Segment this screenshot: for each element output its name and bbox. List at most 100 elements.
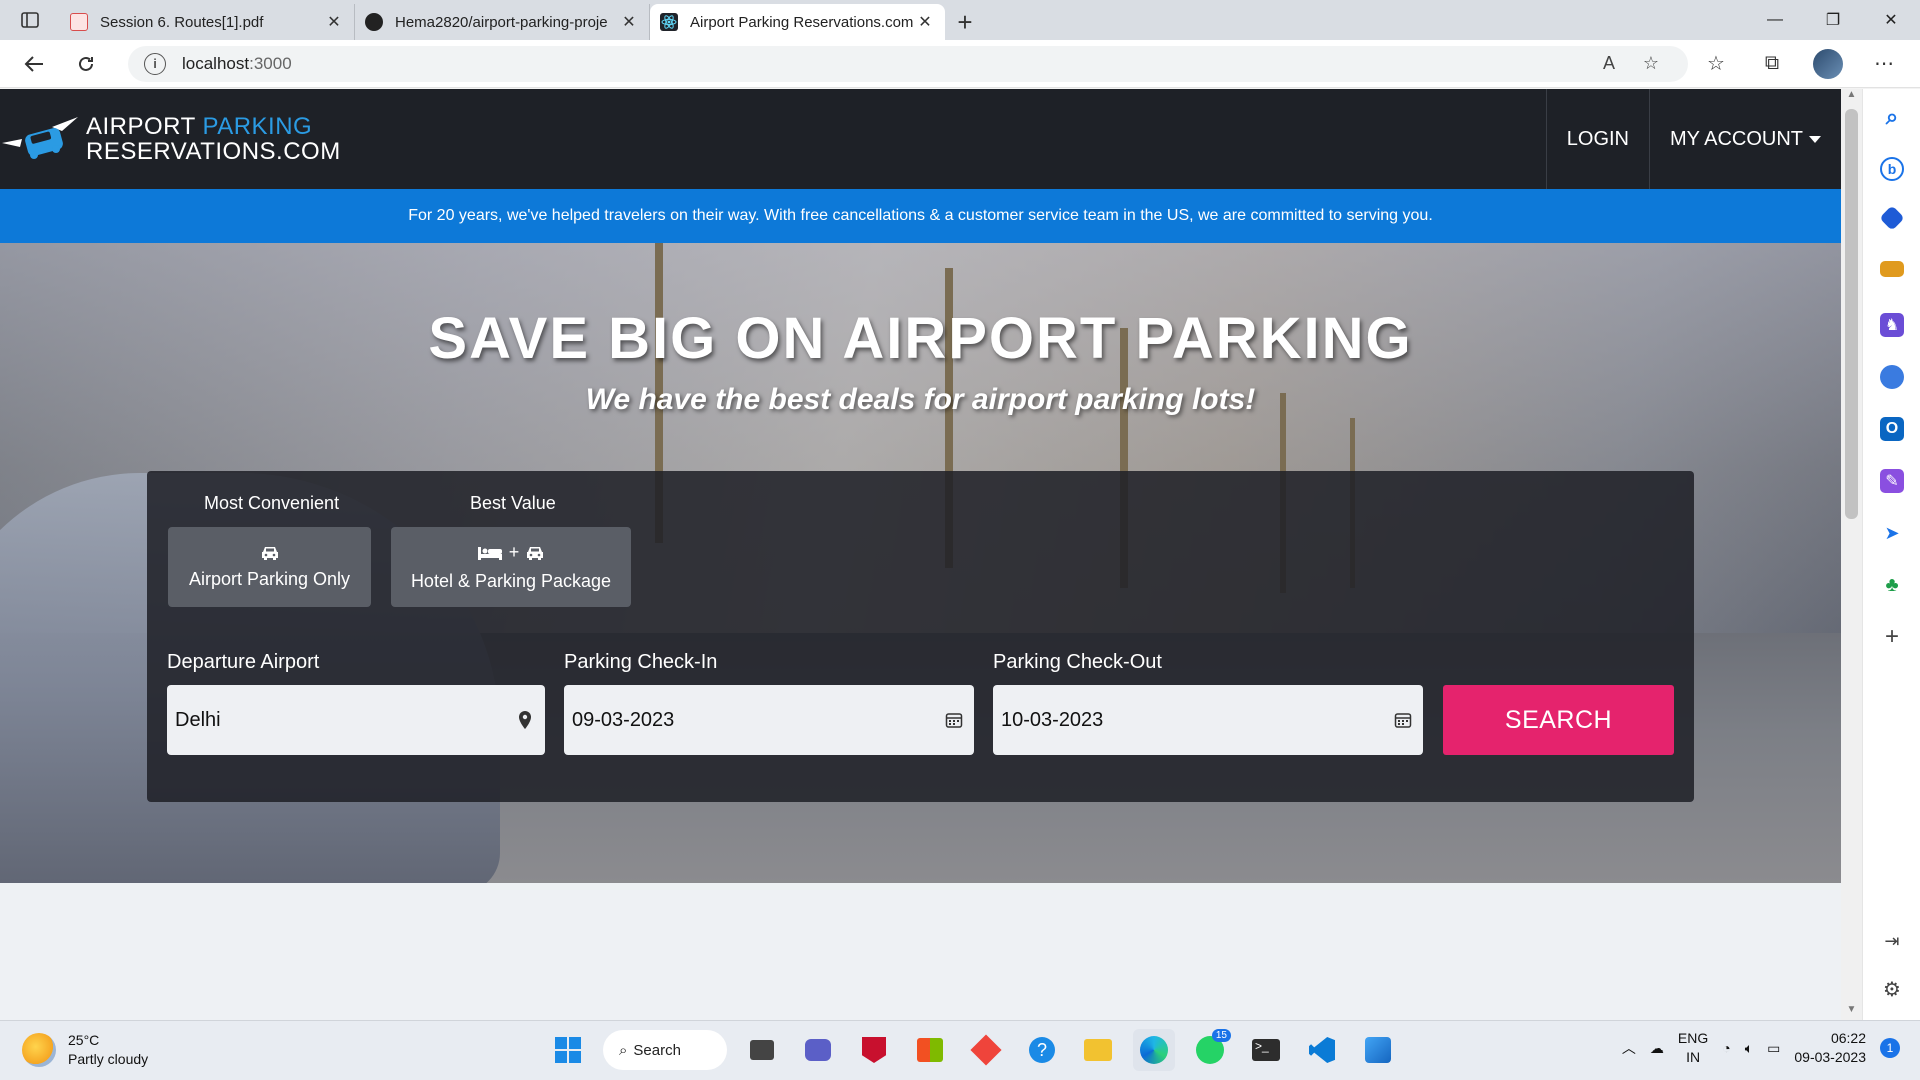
tab-title: Airport Parking Reservations.com (690, 13, 914, 31)
nav-menu: LOGIN MY ACCOUNT (1545, 89, 1841, 189)
url-port: :3000 (249, 53, 292, 73)
settings-gear-icon[interactable]: ⚙ (1880, 977, 1904, 1001)
read-aloud-icon[interactable]: A (1588, 53, 1630, 74)
hero-subtitle: We have the best deals for airport parki… (585, 383, 1256, 416)
checkout-date-input[interactable]: 10-03-2023 (993, 685, 1423, 755)
designer-icon[interactable]: ✎ (1880, 469, 1904, 493)
checkout-label: Parking Check-Out (993, 651, 1162, 673)
add-sidebar-app-icon[interactable]: + (1880, 623, 1904, 650)
banner-text: For 20 years, we've helped travelers on … (408, 207, 1433, 224)
lang-line1: ENG (1677, 1030, 1709, 1046)
close-window-icon[interactable]: ✕ (1862, 0, 1920, 40)
departure-airport-input[interactable]: Delhi (167, 685, 545, 755)
edge-browser-icon[interactable] (1133, 1029, 1175, 1071)
anydesk-icon[interactable] (965, 1029, 1007, 1071)
tools-briefcase-icon[interactable] (1880, 261, 1904, 277)
calendar-icon[interactable] (942, 708, 966, 732)
plus-sign: + (508, 542, 520, 562)
lang-line2: IN (1686, 1049, 1701, 1065)
login-label: LOGIN (1566, 127, 1630, 150)
logo-airport: AIRPORT (86, 113, 203, 140)
new-tab-button[interactable]: + (945, 4, 985, 40)
microsoft-365-icon[interactable] (1880, 365, 1904, 389)
site-info-icon[interactable]: i (144, 52, 166, 75)
window-controls: — ❐ ✕ (1746, 0, 1920, 40)
logo-text: AIRPORT PARKING RESERVATIONS.COM (86, 114, 341, 164)
windows-taskbar: 25°C Partly cloudy ⌕ Search ? 15 >_ ︿ ☁ … (0, 1020, 1920, 1080)
file-explorer-icon[interactable] (1077, 1029, 1119, 1071)
checkin-label: Parking Check-In (564, 651, 718, 673)
whatsapp-badge: 15 (1211, 1029, 1231, 1042)
airport-parking-only-button[interactable]: Airport Parking Only (168, 527, 371, 607)
close-icon[interactable]: ✕ (915, 12, 935, 32)
vscode-icon[interactable] (1301, 1029, 1343, 1071)
scrollbar-thumb[interactable] (1845, 109, 1858, 519)
search-icon[interactable]: ⌕ (1880, 104, 1904, 129)
checkin-date-input[interactable]: 09-03-2023 (564, 685, 974, 755)
taskbar-search-box[interactable]: ⌕ Search (603, 1030, 727, 1070)
hide-sidebar-icon[interactable]: ⇥ (1880, 929, 1904, 953)
minimize-icon[interactable]: — (1746, 0, 1804, 40)
teams-chat-icon[interactable] (797, 1029, 839, 1071)
address-bar-row: i localhost:3000 A ☆ ☆ ⧉ ⋯ (0, 40, 1920, 88)
close-icon[interactable]: ✕ (619, 12, 639, 32)
search-panel: Most Convenient Best Value Airport Parki… (147, 471, 1694, 802)
clock[interactable]: 06:22 09-03-2023 (1794, 1029, 1866, 1067)
login-link[interactable]: LOGIN (1545, 89, 1649, 189)
page-scrollbar[interactable]: ▲ ▼ (1841, 89, 1862, 1020)
scroll-up-icon[interactable]: ▲ (1841, 89, 1862, 105)
add-favorite-icon[interactable]: ☆ (1630, 53, 1672, 74)
mcafee-icon[interactable] (853, 1029, 895, 1071)
hotel-parking-package-button[interactable]: + Hotel & Parking Package (391, 527, 631, 607)
onedrive-cloud-icon[interactable]: ☁ (1650, 1040, 1664, 1057)
task-view-icon[interactable] (741, 1029, 783, 1071)
games-icon[interactable]: ♞ (1880, 313, 1904, 337)
my-account-dropdown[interactable]: MY ACCOUNT (1649, 89, 1841, 189)
back-button[interactable] (8, 40, 60, 88)
whatsapp-icon[interactable]: 15 (1189, 1029, 1231, 1071)
hero-title: SAVE BIG ON AIRPORT PARKING (428, 306, 1413, 371)
taskbar-search-label: Search (633, 1041, 681, 1059)
help-icon[interactable]: ? (1021, 1029, 1063, 1071)
wifi-icon[interactable]: ◔ (1722, 1040, 1730, 1056)
tab-actions-icon[interactable] (0, 0, 60, 40)
github-icon (365, 13, 383, 31)
scroll-down-icon[interactable]: ▼ (1841, 1004, 1862, 1020)
tree-icon[interactable]: ♣ (1880, 573, 1904, 597)
microsoft-store-icon[interactable] (909, 1029, 951, 1071)
logo-reservations: RESERVATIONS.COM (86, 138, 341, 165)
system-tray: ︿ ☁ ENG IN ◔ 🔈︎ ▭ 06:22 09-03-2023 1 (1622, 1029, 1900, 1067)
calendar-icon[interactable] (1391, 708, 1415, 732)
profile-avatar[interactable] (1813, 48, 1843, 79)
photos-icon[interactable] (1357, 1029, 1399, 1071)
hero-section: SAVE BIG ON AIRPORT PARKING We have the … (0, 243, 1841, 883)
search-button-label: SEARCH (1504, 705, 1613, 734)
bing-chat-icon[interactable]: b (1880, 157, 1904, 181)
more-options-icon[interactable]: ⋯ (1856, 51, 1912, 76)
notification-badge[interactable]: 1 (1880, 1038, 1900, 1058)
car-icon (261, 546, 278, 560)
url-input[interactable]: i localhost:3000 A ☆ (128, 45, 1688, 82)
search-button[interactable]: SEARCH (1443, 685, 1674, 755)
refresh-button[interactable] (60, 40, 112, 88)
outlook-icon[interactable]: O (1880, 417, 1904, 441)
most-convenient-label: Most Convenient (204, 493, 340, 513)
weather-widget[interactable]: 25°C Partly cloudy (22, 1031, 148, 1069)
close-icon[interactable]: ✕ (324, 12, 344, 32)
volume-icon[interactable]: 🔈︎ (1745, 1040, 1753, 1057)
restore-icon[interactable]: ❐ (1804, 0, 1862, 40)
hotel-parking-package-label: Hotel & Parking Package (410, 571, 612, 591)
battery-icon[interactable]: ▭ (1767, 1040, 1780, 1057)
shopping-tag-icon[interactable] (1879, 205, 1905, 231)
tab-github[interactable]: Hema2820/airport-parking-proje ✕ (355, 4, 650, 40)
windows-start-icon[interactable] (547, 1029, 589, 1071)
language-indicator[interactable]: ENG IN (1678, 1029, 1708, 1067)
tab-airport-parking[interactable]: Airport Parking Reservations.com ✕ (650, 4, 945, 40)
tab-pdf[interactable]: Session 6. Routes[1].pdf ✕ (60, 4, 355, 40)
terminal-icon[interactable]: >_ (1245, 1029, 1287, 1071)
show-hidden-icons-chevron-up-icon[interactable]: ︿ (1622, 1038, 1636, 1058)
collections-icon[interactable]: ⧉ (1744, 52, 1800, 75)
send-icon[interactable]: ➤ (1880, 521, 1904, 545)
site-logo[interactable]: AIRPORT PARKING RESERVATIONS.COM (0, 89, 341, 189)
favorites-icon[interactable]: ☆ (1688, 51, 1744, 76)
